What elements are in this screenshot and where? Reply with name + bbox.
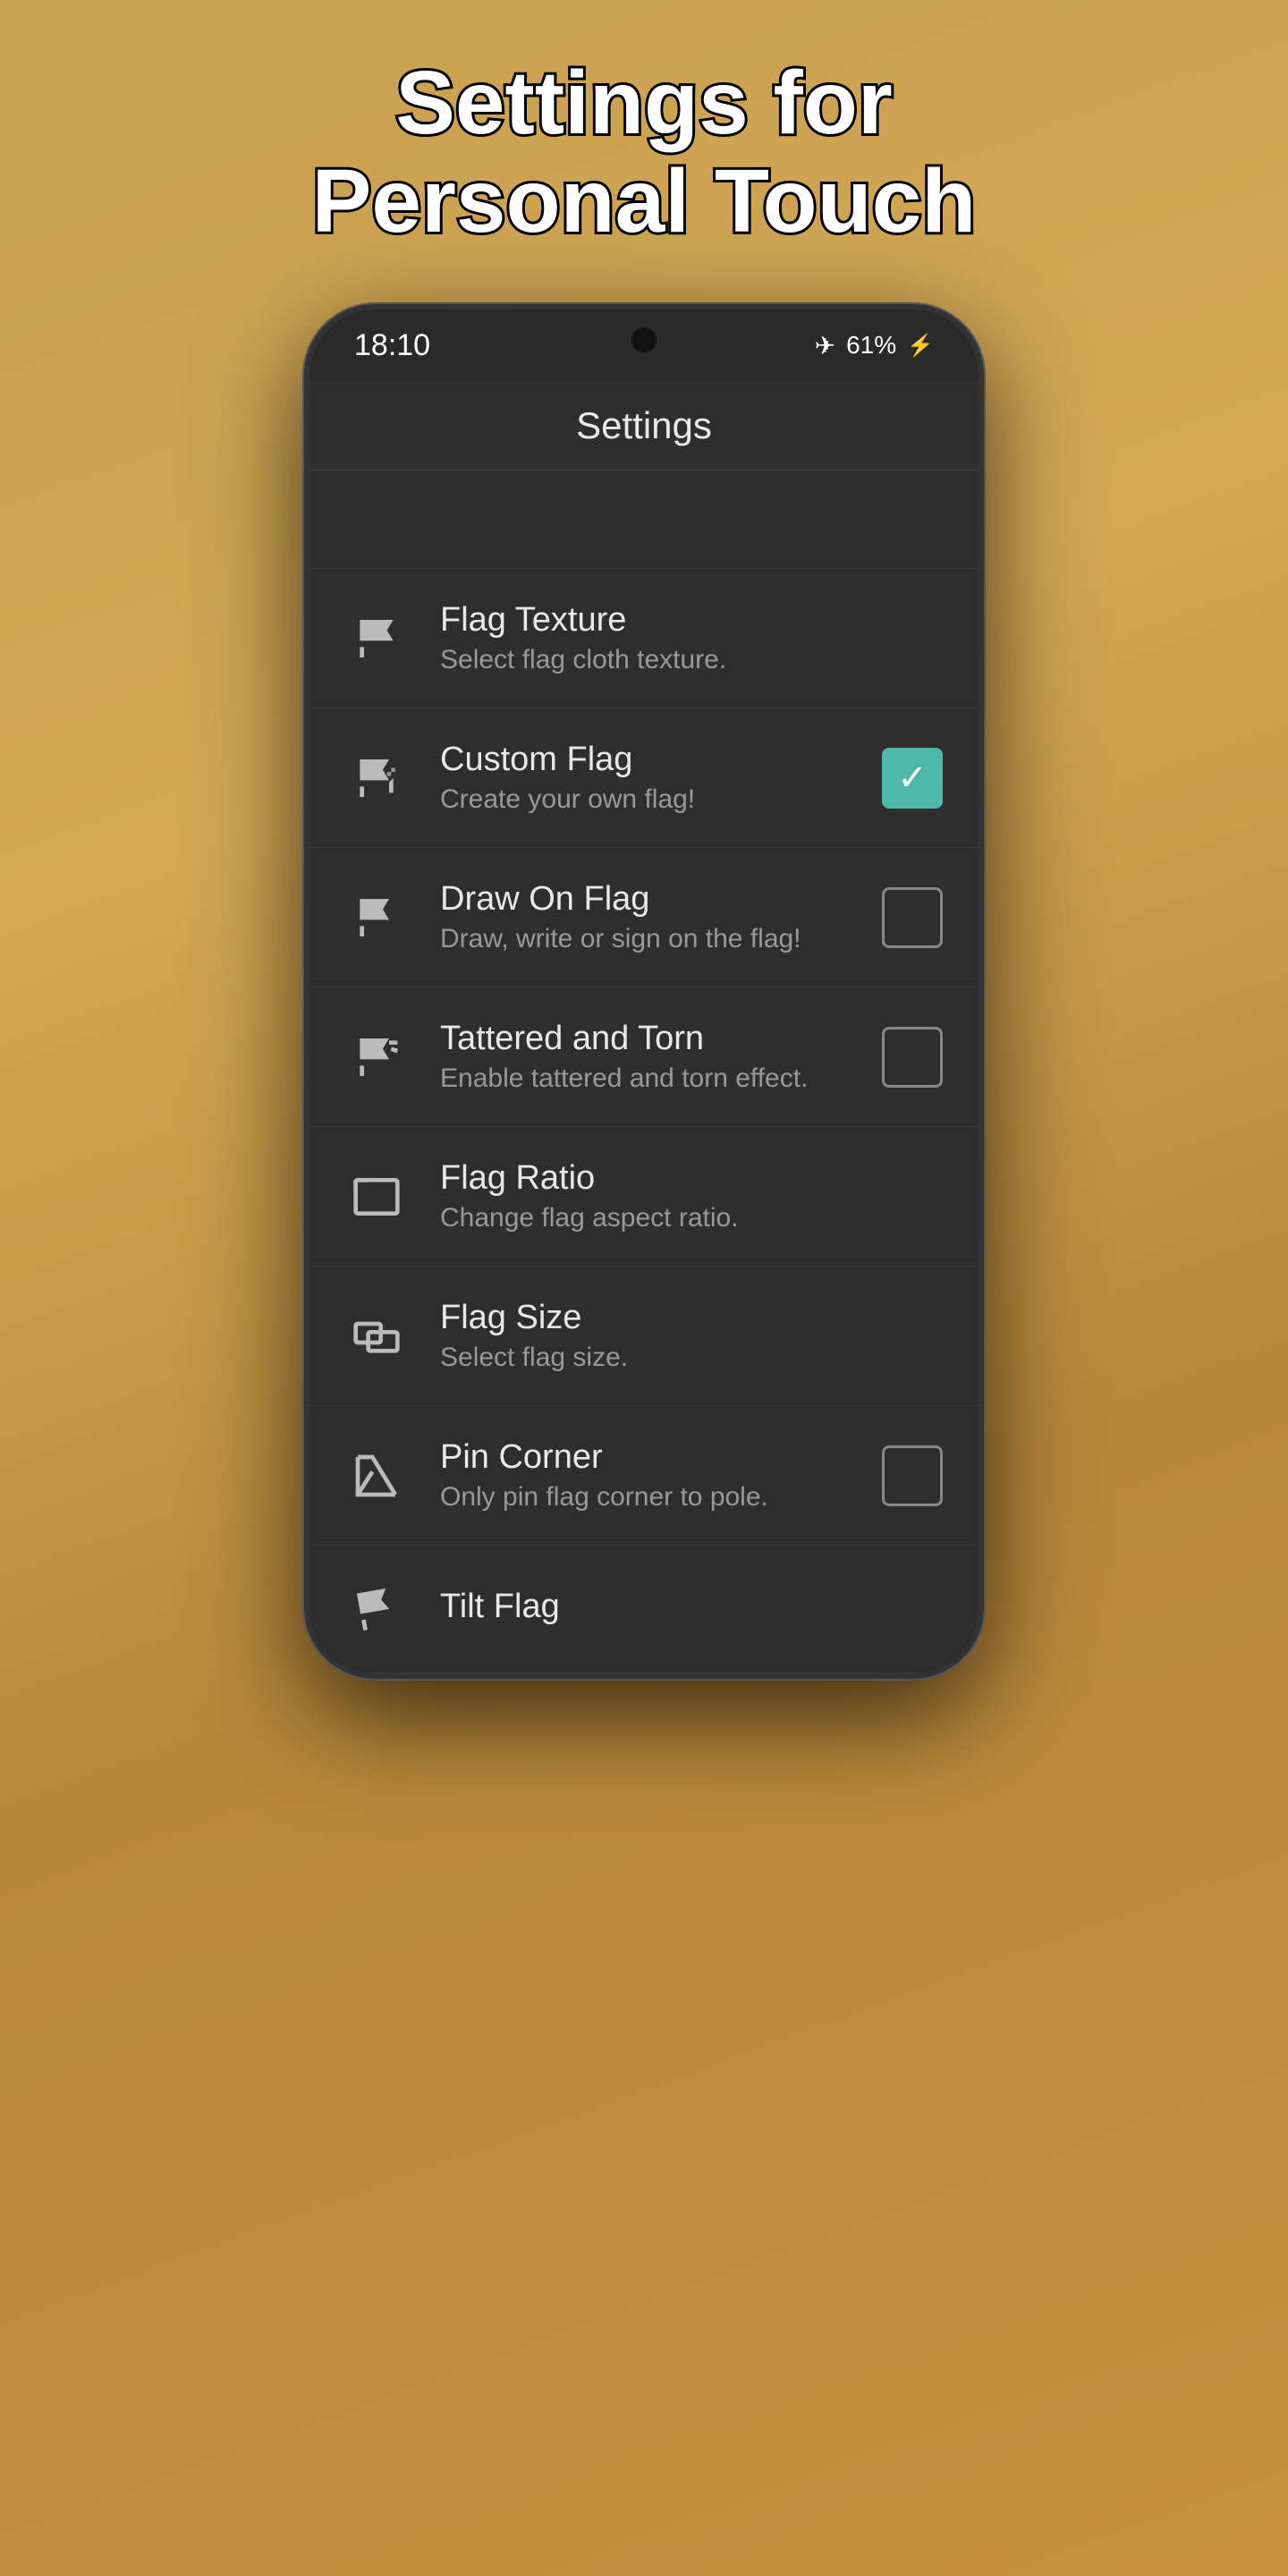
empty-section — [309, 470, 979, 569]
pin-corner-subtitle: Only pin flag corner to pole. — [440, 1482, 850, 1513]
page-wrapper: Settings for Personal Touch 18:10 ✈ 61% … — [0, 0, 1288, 2576]
settings-item-tilt-flag[interactable]: Tilt Flag — [309, 1546, 979, 1674]
camera-notch — [631, 327, 657, 352]
custom-flag-title: Custom Flag — [440, 741, 850, 779]
settings-item-tattered[interactable]: Tattered and Torn Enable tattered and to… — [309, 987, 979, 1127]
pin-corner-text: Pin Corner Only pin flag corner to pole. — [440, 1438, 850, 1513]
flag-size-text: Flag Size Select flag size. — [440, 1299, 943, 1373]
custom-flag-text: Custom Flag Create your own flag! — [440, 741, 850, 815]
flag-size-icon — [345, 1305, 408, 1368]
draw-flag-icon — [345, 886, 408, 949]
settings-list: Flag Texture Select flag cloth texture. … — [309, 569, 979, 1674]
airplane-icon: ✈ — [815, 331, 835, 360]
phone-shell: 18:10 ✈ 61% ⚡ Settings Fla — [304, 304, 984, 1679]
flag-texture-title: Flag Texture — [440, 601, 943, 640]
status-right: ✈ 61% ⚡ — [815, 331, 934, 360]
tilt-flag-title: Tilt Flag — [440, 1588, 943, 1626]
pin-corner-checkbox[interactable] — [882, 1445, 943, 1506]
flag-ratio-subtitle: Change flag aspect ratio. — [440, 1203, 943, 1233]
settings-item-draw-on-flag[interactable]: Draw On Flag Draw, write or sign on the … — [309, 848, 979, 987]
flag-size-subtitle: Select flag size. — [440, 1343, 943, 1373]
settings-item-flag-size[interactable]: Flag Size Select flag size. — [309, 1267, 979, 1406]
draw-flag-subtitle: Draw, write or sign on the flag! — [440, 924, 850, 954]
settings-item-custom-flag[interactable]: Custom Flag Create your own flag! ✓ — [309, 708, 979, 848]
flag-ratio-title: Flag Ratio — [440, 1159, 943, 1198]
draw-flag-checkbox[interactable] — [882, 887, 943, 948]
flag-texture-text: Flag Texture Select flag cloth texture. — [440, 601, 943, 675]
flag-size-title: Flag Size — [440, 1299, 943, 1337]
draw-flag-text: Draw On Flag Draw, write or sign on the … — [440, 880, 850, 954]
headline-line2: Personal Touch — [312, 151, 977, 251]
page-headline: Settings for Personal Touch — [241, 54, 1048, 250]
headline-line1: Settings for — [395, 53, 893, 153]
tilt-flag-icon — [345, 1578, 408, 1640]
pin-corner-title: Pin Corner — [440, 1438, 850, 1477]
tattered-subtitle: Enable tattered and torn effect. — [440, 1063, 850, 1094]
settings-item-flag-ratio[interactable]: Flag Ratio Change flag aspect ratio. — [309, 1127, 979, 1267]
flag-ratio-icon — [345, 1165, 408, 1228]
draw-flag-title: Draw On Flag — [440, 880, 850, 919]
tattered-checkbox[interactable] — [882, 1027, 943, 1088]
custom-flag-icon — [345, 747, 408, 809]
tattered-icon — [345, 1026, 408, 1089]
custom-flag-checkbox[interactable]: ✓ — [882, 748, 943, 809]
settings-item-pin-corner[interactable]: Pin Corner Only pin flag corner to pole. — [309, 1406, 979, 1546]
pin-corner-icon — [345, 1445, 408, 1507]
flag-ratio-text: Flag Ratio Change flag aspect ratio. — [440, 1159, 943, 1233]
tilt-flag-text: Tilt Flag — [440, 1588, 943, 1631]
custom-flag-subtitle: Create your own flag! — [440, 784, 850, 815]
tattered-title: Tattered and Torn — [440, 1020, 850, 1058]
flag-texture-icon — [345, 607, 408, 670]
flag-texture-subtitle: Select flag cloth texture. — [440, 645, 943, 675]
checkmark-icon: ✓ — [897, 760, 928, 796]
app-title: Settings — [576, 404, 712, 447]
app-top-bar: Settings — [309, 381, 979, 470]
status-time: 18:10 — [354, 328, 430, 363]
settings-item-flag-texture[interactable]: Flag Texture Select flag cloth texture. — [309, 569, 979, 708]
battery-indicator: 61% — [846, 331, 896, 360]
tattered-text: Tattered and Torn Enable tattered and to… — [440, 1020, 850, 1094]
battery-bolt: ⚡ — [907, 333, 934, 359]
